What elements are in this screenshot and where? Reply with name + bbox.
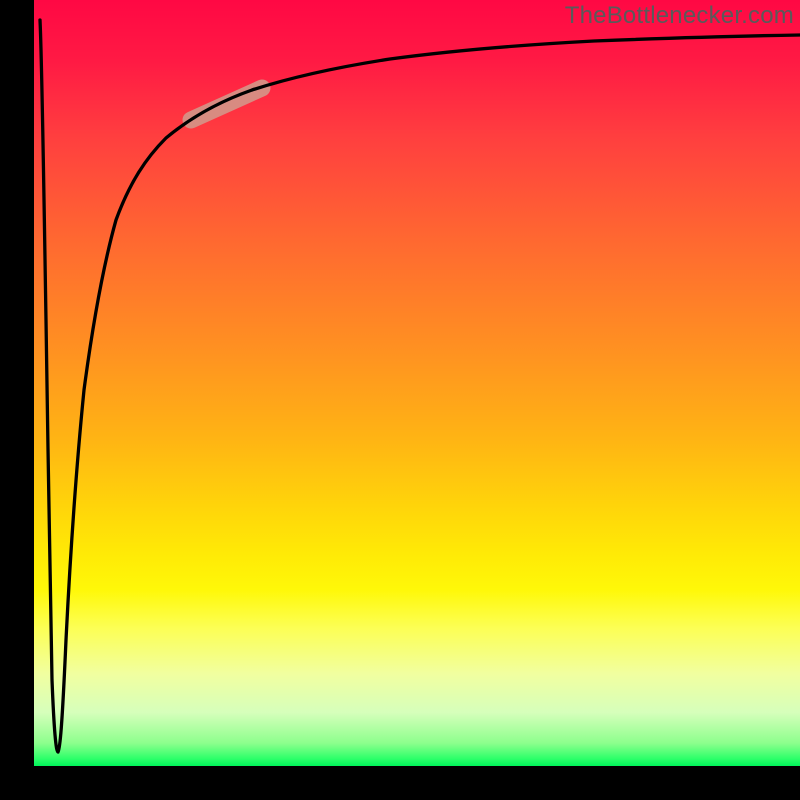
plot-area bbox=[34, 0, 800, 766]
highlight-segment bbox=[191, 88, 262, 120]
chart-svg bbox=[34, 0, 800, 766]
curve-line bbox=[40, 20, 800, 752]
chart-container: TheBottlenecker.com bbox=[0, 0, 800, 800]
x-axis-band bbox=[0, 766, 800, 800]
watermark-text: TheBottlenecker.com bbox=[565, 2, 794, 30]
y-axis-band bbox=[0, 0, 34, 800]
